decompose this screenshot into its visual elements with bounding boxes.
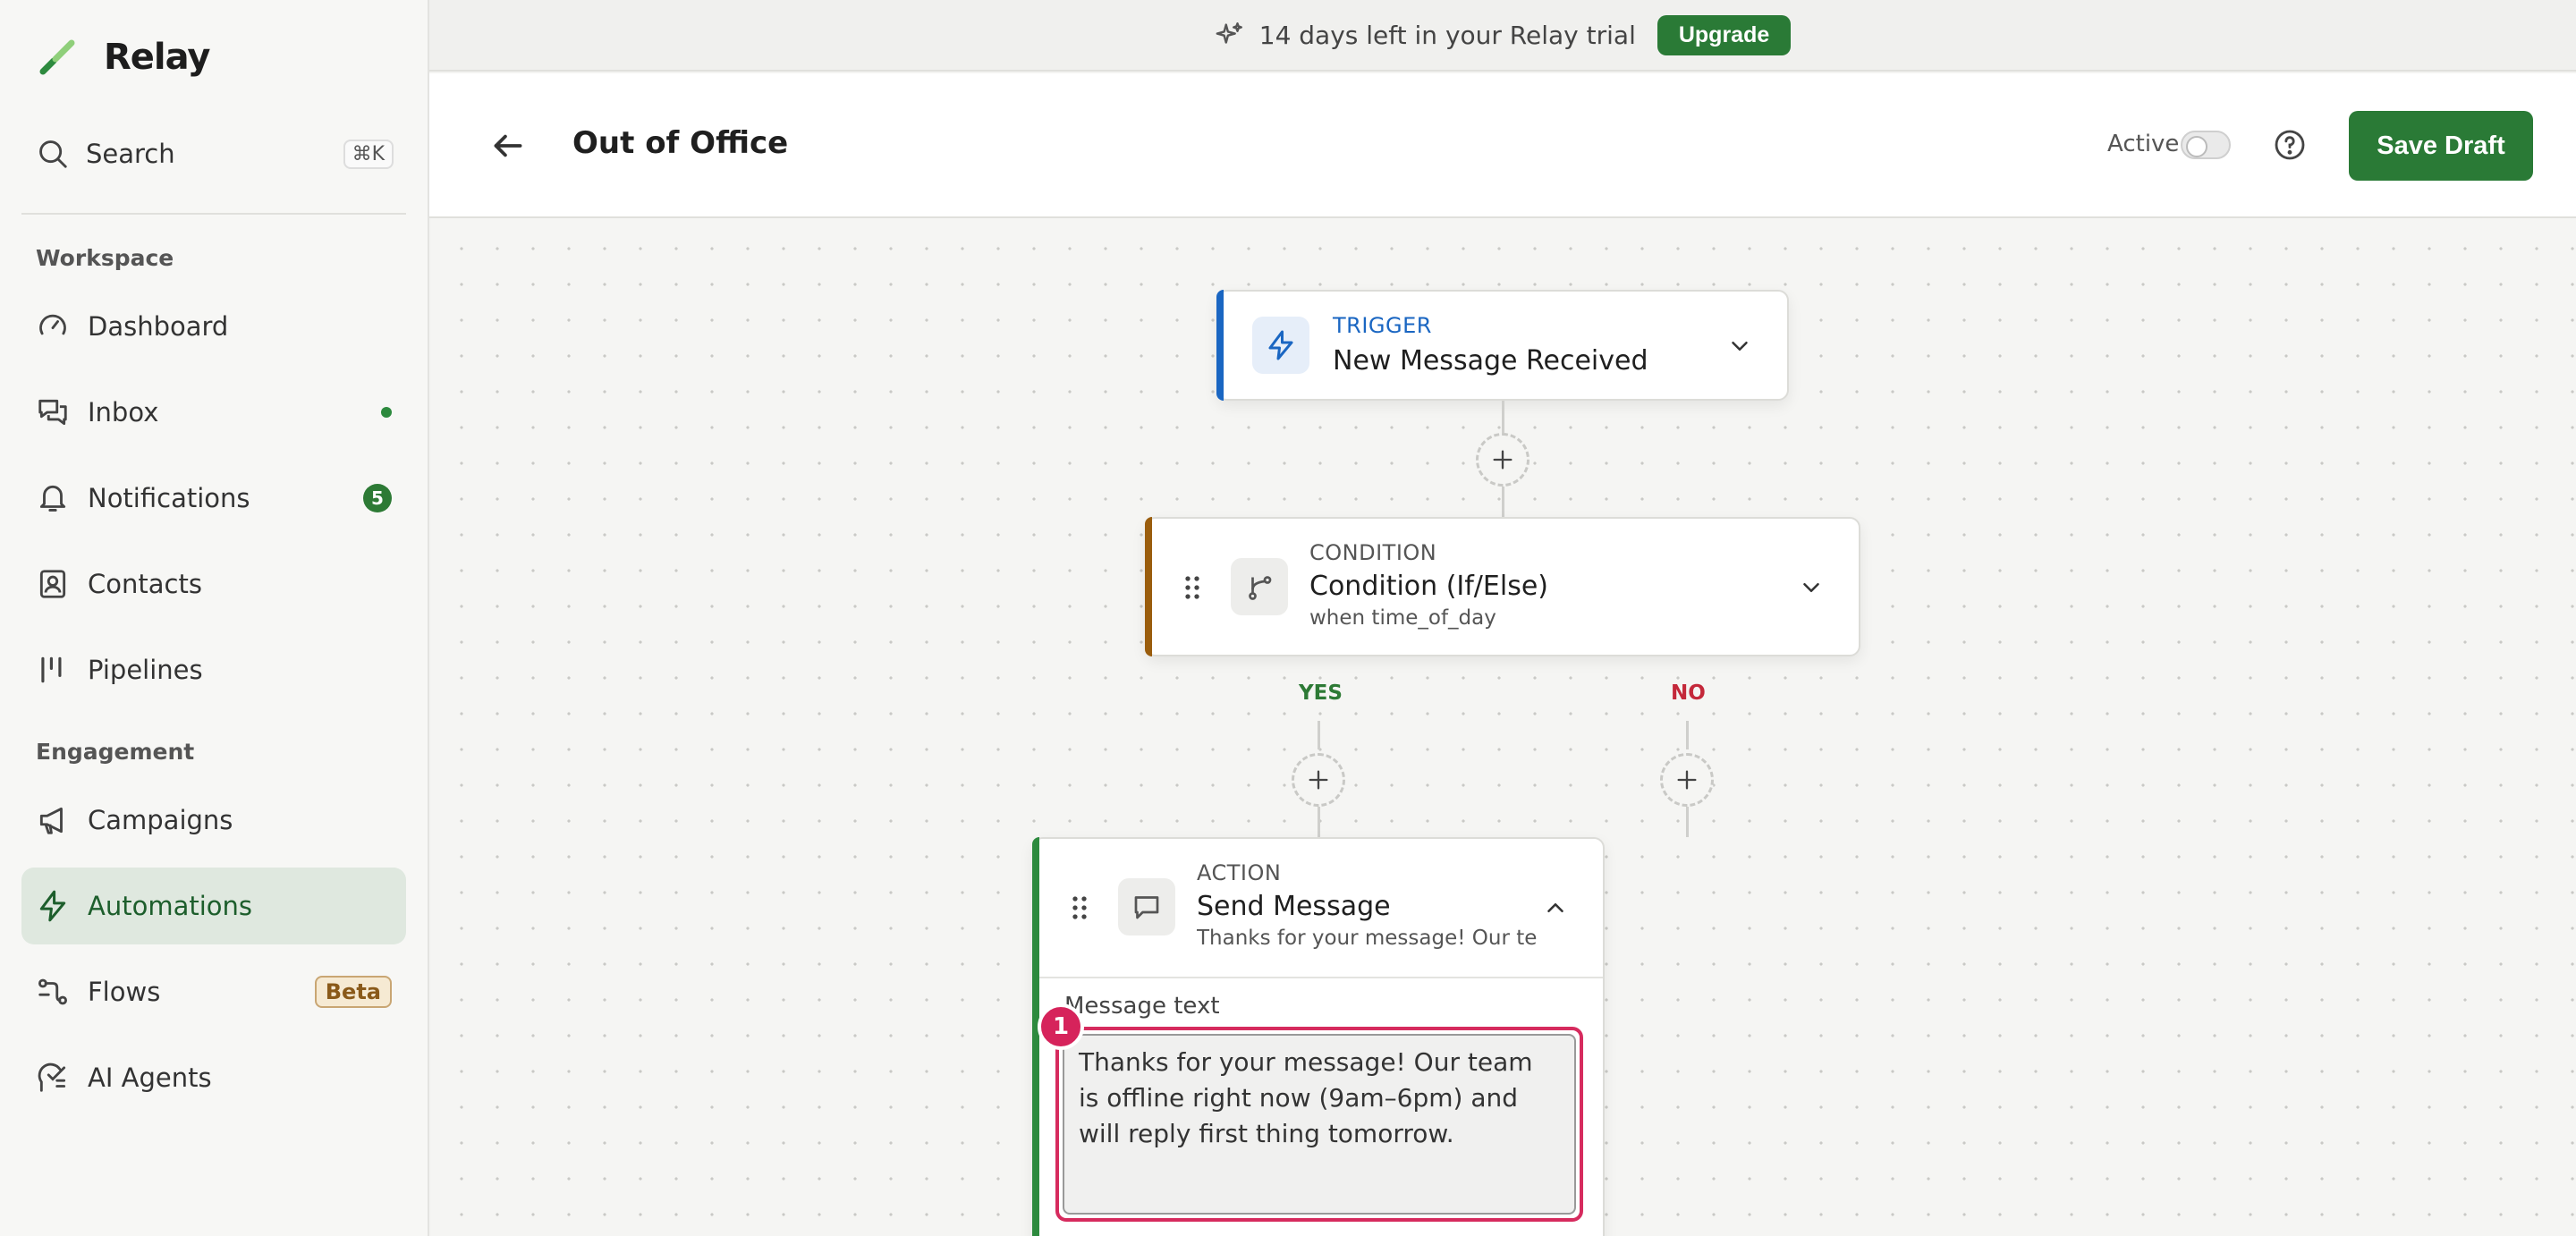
add-step-button[interactable] bbox=[1476, 433, 1530, 487]
chevron-up-icon[interactable] bbox=[1542, 894, 1569, 921]
message-text-label: Message text bbox=[1064, 993, 1220, 1020]
sidebar-item-label: Contacts bbox=[88, 569, 202, 599]
plus-icon bbox=[1309, 770, 1328, 790]
condition-node[interactable]: CONDITION Condition (If/Else) when time_… bbox=[1145, 517, 1860, 656]
app-name: Relay bbox=[104, 37, 210, 78]
message-icon bbox=[1134, 896, 1159, 919]
connector-line bbox=[1502, 401, 1504, 433]
sidebar-item-label: Pipelines bbox=[88, 655, 203, 685]
bolt-icon bbox=[39, 890, 66, 922]
connector-line bbox=[1686, 721, 1689, 749]
search-icon bbox=[39, 140, 67, 168]
trial-text: 14 days left in your Relay trial bbox=[1258, 20, 1636, 50]
sidebar-item-dashboard[interactable]: Dashboard bbox=[21, 288, 406, 365]
sparkles-icon bbox=[1216, 22, 1242, 44]
node-title: Condition (If/Else) bbox=[1309, 571, 1548, 602]
sidebar-item-flows[interactable]: Flows Beta bbox=[21, 953, 406, 1030]
sidebar: Relay Search ⌘K Workspace Dashboard Inbo… bbox=[0, 0, 429, 1236]
trigger-accent-bar bbox=[1216, 290, 1224, 401]
sidebar-item-ai-agents[interactable]: AI Agents bbox=[21, 1039, 406, 1116]
sidebar-item-campaigns[interactable]: Campaigns bbox=[21, 782, 406, 859]
page-header: Out of Office Active Save Draft bbox=[429, 73, 2576, 218]
connector-line bbox=[1318, 721, 1320, 749]
beta-badge: Beta bbox=[314, 976, 392, 1008]
search-shortcut: ⌘K bbox=[343, 139, 394, 169]
condition-accent-bar bbox=[1145, 517, 1152, 656]
bell-icon bbox=[39, 485, 66, 512]
contact-card-icon bbox=[39, 570, 66, 598]
drag-handle-icon[interactable] bbox=[1070, 894, 1089, 921]
upgrade-button[interactable]: Upgrade bbox=[1657, 14, 1792, 55]
sidebar-item-label: Notifications bbox=[88, 483, 250, 513]
back-arrow-icon[interactable] bbox=[485, 123, 530, 168]
sidebar-item-label: Campaigns bbox=[88, 805, 233, 835]
trial-banner: 14 days left in your Relay trial Upgrade bbox=[429, 0, 2576, 72]
node-title: Send Message bbox=[1197, 891, 1391, 922]
plus-icon bbox=[1677, 770, 1697, 790]
sidebar-item-inbox[interactable]: Inbox bbox=[21, 374, 406, 451]
section-label-engagement: Engagement bbox=[36, 739, 195, 765]
branch-icon bbox=[1249, 576, 1272, 600]
branch-no-label: NO bbox=[1671, 681, 1706, 705]
sidebar-divider bbox=[21, 213, 406, 215]
sidebar-item-label: Automations bbox=[88, 891, 253, 921]
section-label-workspace: Workspace bbox=[36, 245, 174, 271]
search-button[interactable]: Search ⌘K bbox=[36, 132, 394, 175]
sidebar-item-label: AI Agents bbox=[88, 1062, 212, 1093]
chat-icon bbox=[38, 399, 67, 426]
chevron-down-icon[interactable] bbox=[1726, 333, 1753, 360]
sidebar-item-label: Dashboard bbox=[88, 311, 229, 342]
sidebar-item-label: Flows bbox=[88, 977, 161, 1007]
branch-yes-label: YES bbox=[1299, 681, 1343, 705]
save-draft-button[interactable]: Save Draft bbox=[2349, 111, 2533, 181]
sidebar-item-label: Inbox bbox=[88, 397, 159, 428]
megaphone-icon bbox=[39, 807, 63, 834]
drag-handle-icon[interactable] bbox=[1182, 574, 1202, 601]
condition-icon-tile bbox=[1231, 558, 1288, 615]
relay-logo-icon bbox=[39, 39, 75, 75]
node-kind-label: ACTION bbox=[1197, 860, 1282, 885]
node-subtitle: when time_of_day bbox=[1309, 606, 1496, 630]
message-textarea[interactable]: Thanks for your message! Our team is off… bbox=[1063, 1034, 1576, 1215]
message-textarea-highlight: Thanks for your message! Our team is off… bbox=[1055, 1027, 1583, 1222]
bolt-icon bbox=[1268, 330, 1293, 360]
connector-line bbox=[1318, 807, 1320, 837]
search-label: Search bbox=[86, 139, 175, 169]
connector-line bbox=[1686, 807, 1689, 837]
help-icon[interactable] bbox=[2272, 127, 2308, 163]
active-toggle[interactable] bbox=[2181, 131, 2231, 159]
node-kind-label: CONDITION bbox=[1309, 540, 1437, 565]
node-title: New Message Received bbox=[1333, 345, 1648, 377]
sidebar-item-contacts[interactable]: Contacts bbox=[21, 546, 406, 622]
sidebar-item-notifications[interactable]: Notifications 5 bbox=[21, 460, 406, 537]
gauge-icon bbox=[39, 314, 66, 335]
plus-icon bbox=[1493, 450, 1513, 470]
ai-agent-icon bbox=[38, 1062, 66, 1092]
add-step-no-button[interactable] bbox=[1660, 753, 1714, 807]
sidebar-item-automations[interactable]: Automations bbox=[21, 868, 406, 944]
flow-canvas[interactable]: TRIGGER New Message Received CONDITION C… bbox=[431, 218, 2576, 1236]
chevron-down-icon[interactable] bbox=[1798, 574, 1825, 601]
brand[interactable]: Relay bbox=[36, 36, 210, 79]
action-icon-tile bbox=[1118, 878, 1175, 935]
trigger-node[interactable]: TRIGGER New Message Received bbox=[1216, 290, 1789, 401]
page-title: Out of Office bbox=[572, 125, 789, 161]
trigger-icon-tile bbox=[1252, 317, 1309, 374]
flow-icon bbox=[38, 978, 67, 1005]
sidebar-item-pipelines[interactable]: Pipelines bbox=[21, 631, 406, 708]
connector-line bbox=[1502, 487, 1504, 517]
annotation-badge: 1 bbox=[1038, 1003, 1084, 1050]
notification-count-badge: 5 bbox=[363, 484, 392, 512]
action-node[interactable]: ACTION Send Message Thanks for your mess… bbox=[1032, 837, 1605, 1236]
unread-indicator bbox=[381, 407, 392, 418]
action-accent-bar bbox=[1032, 837, 1039, 1236]
active-label: Active bbox=[2107, 131, 2180, 157]
node-kind-label: TRIGGER bbox=[1333, 313, 1432, 338]
node-subtitle: Thanks for your message! Our tea... bbox=[1197, 927, 1537, 950]
pipeline-icon bbox=[41, 656, 62, 683]
node-divider bbox=[1039, 977, 1603, 978]
add-step-yes-button[interactable] bbox=[1292, 753, 1345, 807]
